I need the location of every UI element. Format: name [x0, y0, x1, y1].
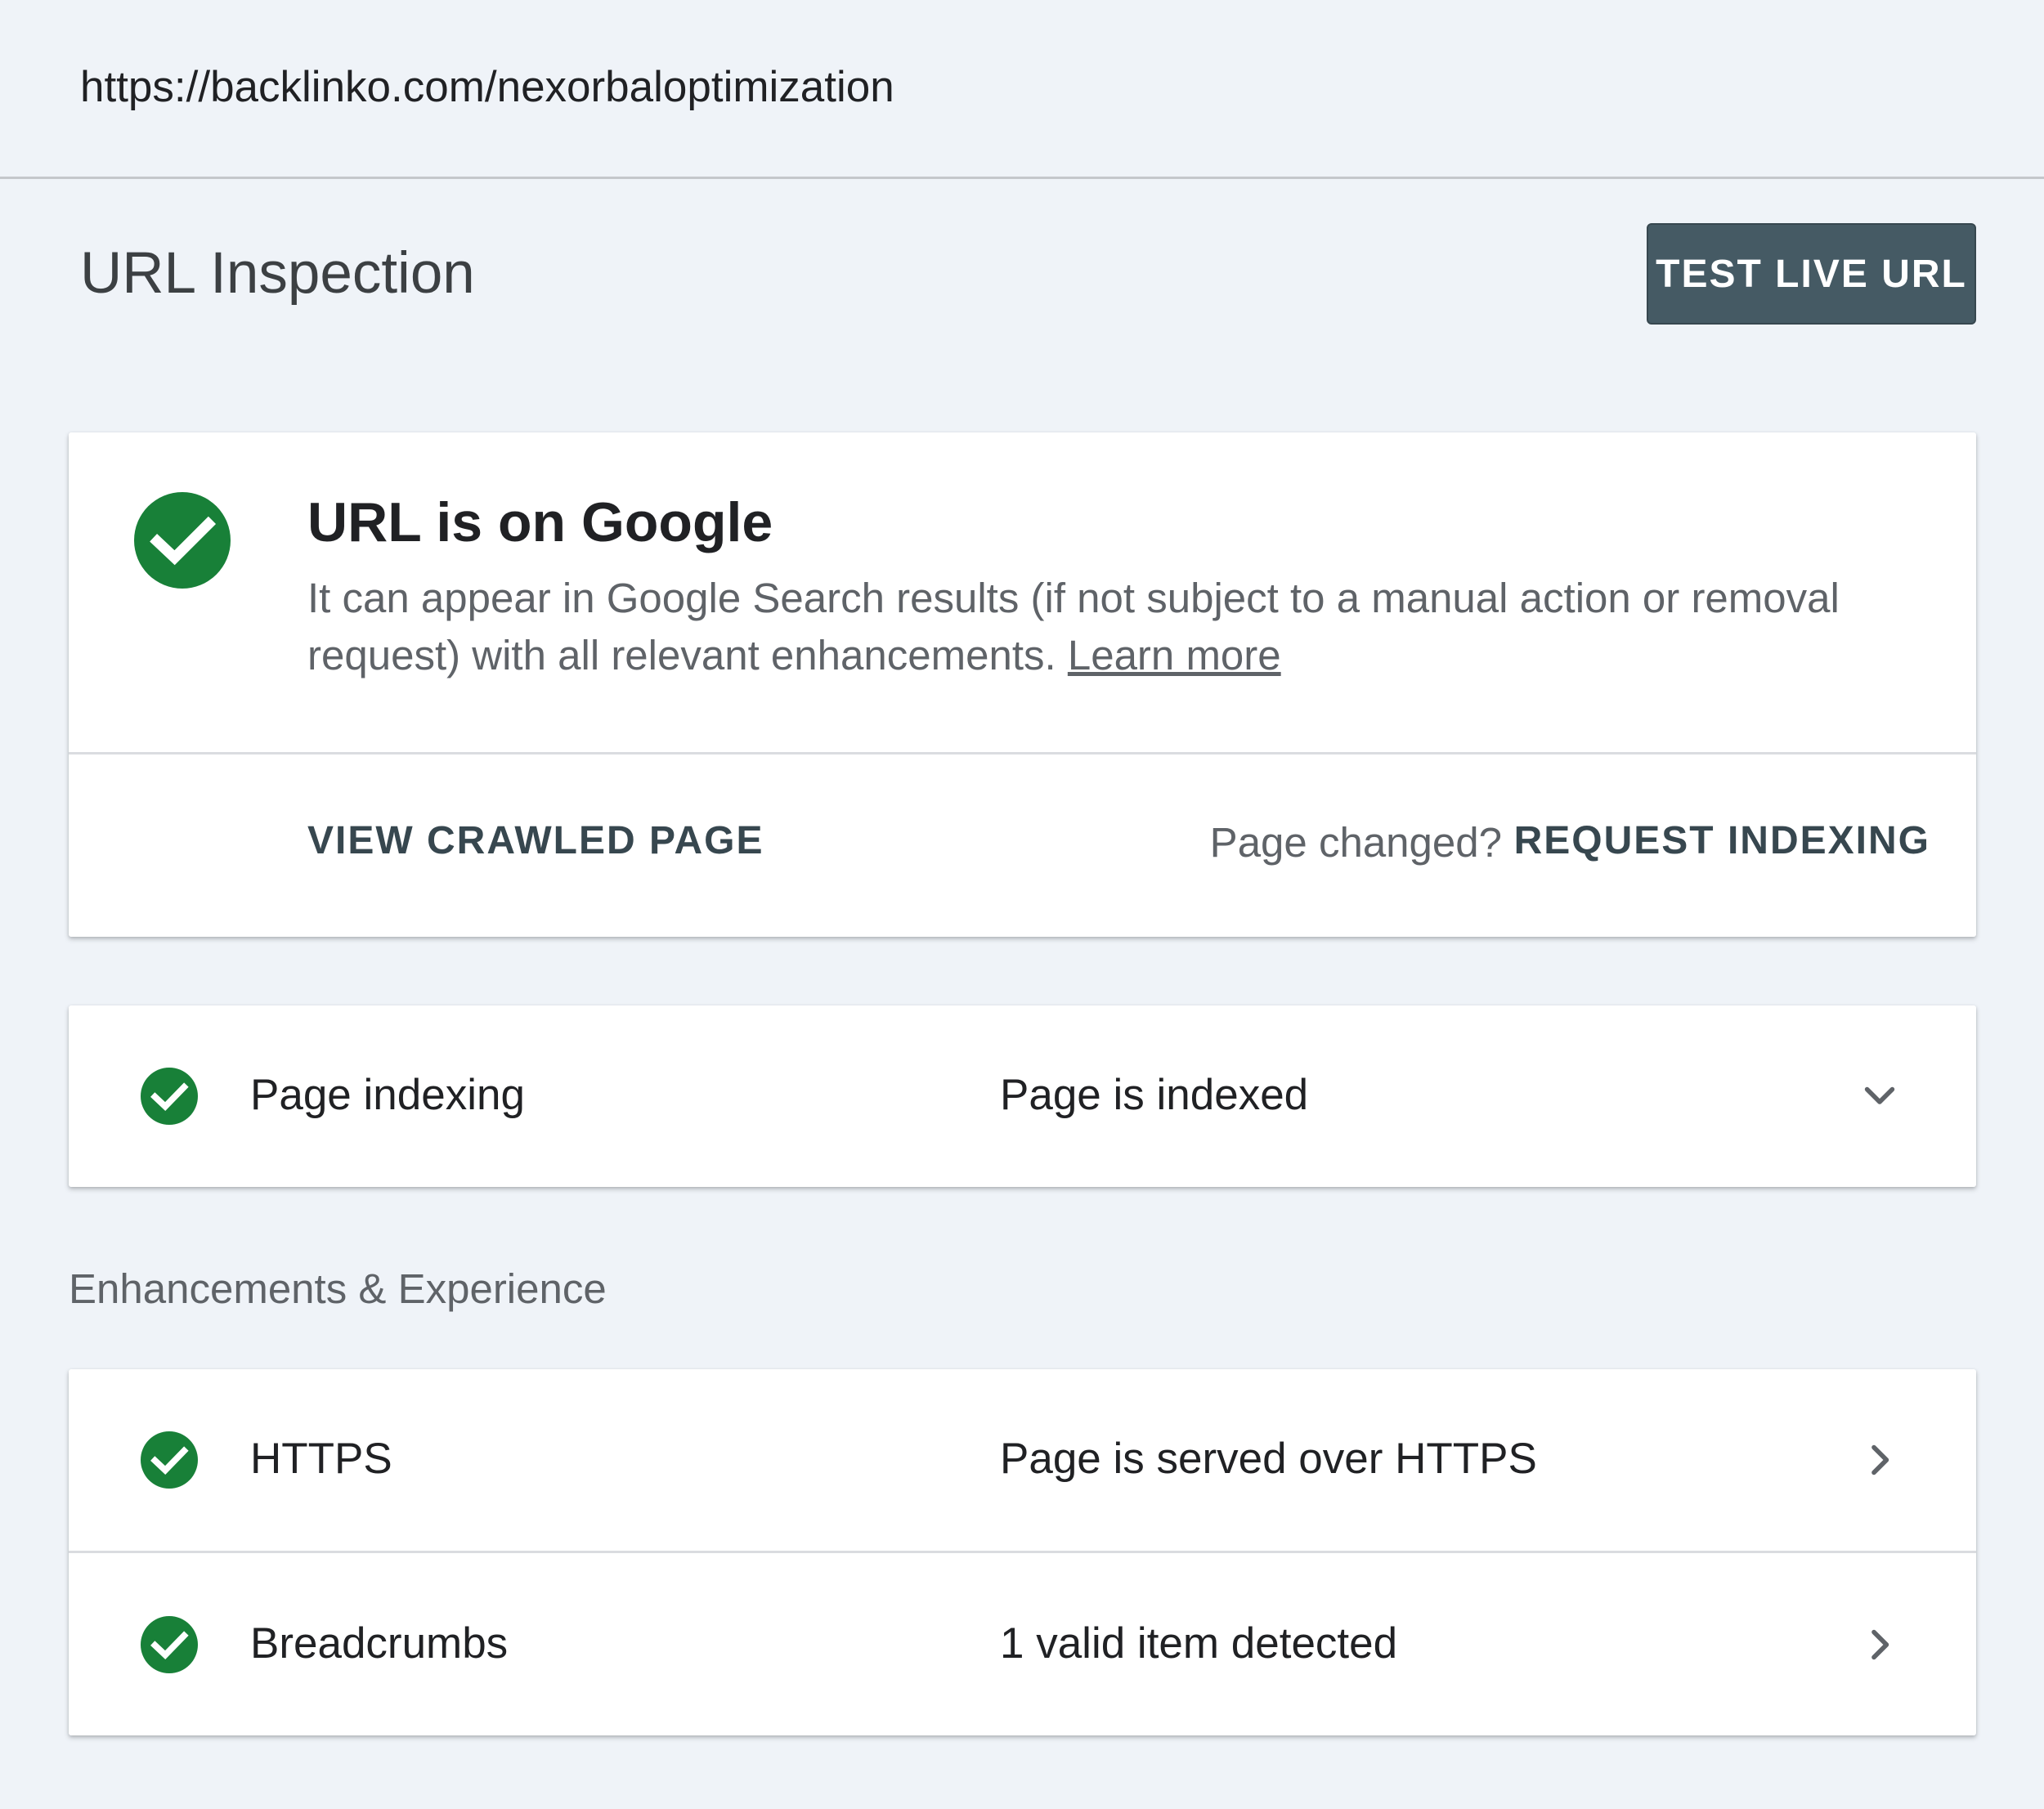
url-bar: https://backlinko.com/nexorbaloptimizati…	[0, 0, 2044, 179]
status-title: URL is on Google	[307, 491, 773, 553]
status-card: URL is on Google It can appear in Google…	[69, 432, 1976, 937]
enhancement-value: Page is served over HTTPS	[1000, 1435, 1537, 1483]
status-summary: URL is on Google It can appear in Google…	[69, 432, 1976, 754]
inspected-url[interactable]: https://backlinko.com/nexorbaloptimizati…	[80, 59, 894, 116]
page-indexing-value: Page is indexed	[1000, 1071, 1309, 1119]
page-indexing-card: Page indexing Page is indexed	[69, 1005, 1976, 1187]
page-changed-text: Page changed?	[1209, 819, 1502, 866]
chevron-down-icon[interactable]	[1851, 1068, 1908, 1125]
enhancement-row-breadcrumbs[interactable]: Breadcrumbs 1 valid item detected	[69, 1554, 1976, 1735]
enhancement-label: Breadcrumbs	[250, 1619, 509, 1668]
page-indexing-label: Page indexing	[250, 1071, 525, 1119]
enhancements-section-title: Enhancements & Experience	[69, 1265, 607, 1312]
enhancement-label: HTTPS	[250, 1435, 392, 1483]
page-indexing-row[interactable]: Page indexing Page is indexed	[69, 1005, 1976, 1187]
enhancement-value: 1 valid item detected	[1000, 1619, 1398, 1668]
chevron-right-icon[interactable]	[1851, 1431, 1908, 1489]
check-circle-icon	[134, 492, 231, 589]
check-circle-icon	[141, 1431, 198, 1489]
row-divider	[69, 1551, 1976, 1553]
test-live-url-button[interactable]: TEST LIVE URL	[1647, 223, 1976, 325]
learn-more-link[interactable]: Learn more	[1068, 632, 1281, 678]
view-crawled-page-button[interactable]: VIEW CRAWLED PAGE	[307, 817, 764, 866]
check-circle-icon	[141, 1616, 198, 1673]
page-title: URL Inspection	[80, 241, 475, 306]
enhancement-row-https[interactable]: HTTPS Page is served over HTTPS	[69, 1369, 1976, 1551]
check-circle-icon	[141, 1068, 198, 1125]
chevron-right-icon[interactable]	[1851, 1616, 1908, 1673]
request-indexing-button[interactable]: REQUEST INDEXING	[1514, 817, 1930, 866]
enhancements-card: HTTPS Page is served over HTTPS Breadcru…	[69, 1369, 1976, 1735]
status-description: It can appear in Google Search results (…	[307, 570, 1926, 684]
